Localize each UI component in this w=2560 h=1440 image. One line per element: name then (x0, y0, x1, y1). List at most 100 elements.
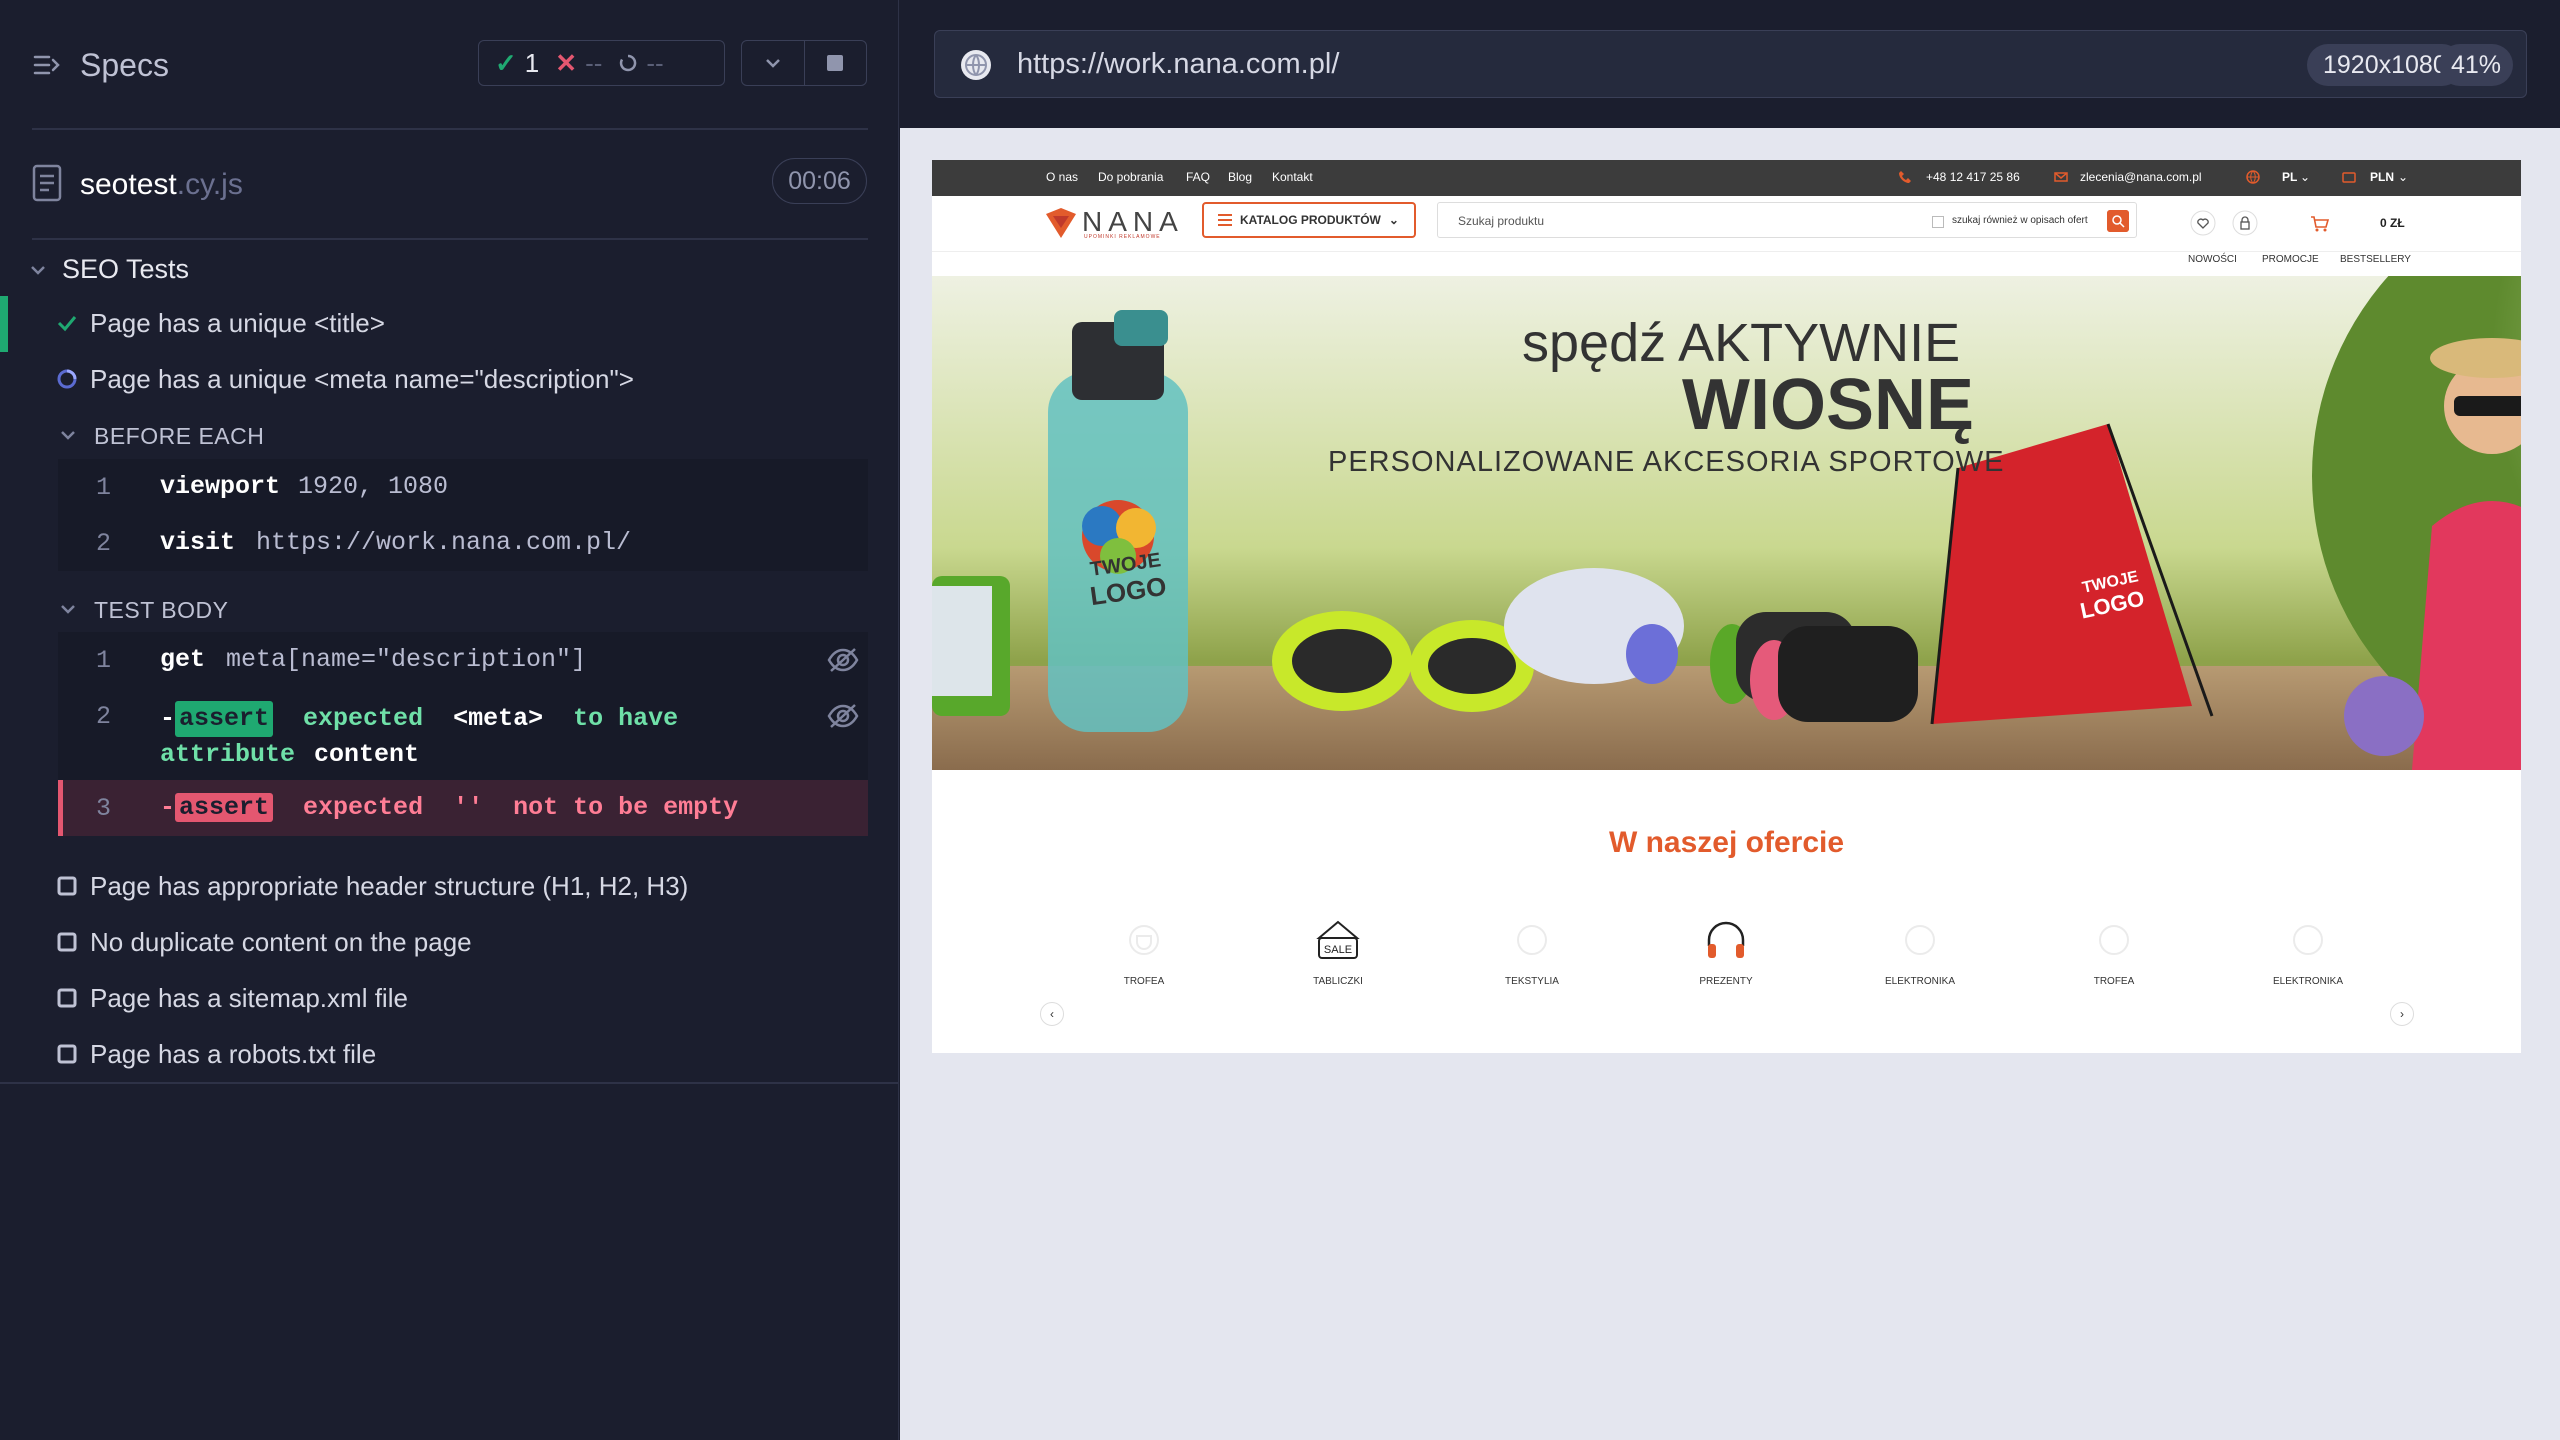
phone-icon (1899, 171, 1911, 183)
assert-expected: expected (303, 704, 424, 733)
x-icon: ✕ (555, 47, 578, 78)
carousel-next-button[interactable]: › (2390, 1002, 2414, 1026)
catalog-button[interactable]: KATALOG PRODUKTÓW ⌄ (1202, 202, 1416, 238)
test-title: No duplicate content on the page (90, 927, 472, 957)
assert-subject: '' (453, 793, 484, 822)
assert-value: content (314, 740, 420, 769)
nav-link-contact[interactable]: Kontakt (1272, 170, 1313, 184)
command-name: viewport (160, 472, 281, 501)
subnav-bestsellers[interactable]: BESTSELLERY (2340, 254, 2411, 265)
hero-banner[interactable]: spędź AKTYWNIE WIOSNĘ PERSONALIZOWANE AK… (932, 276, 2521, 770)
suite-row[interactable]: SEO Tests (0, 248, 899, 288)
globe-icon (2246, 170, 2260, 184)
assert-subject: <meta> (453, 704, 544, 733)
heart-icon[interactable] (2190, 210, 2216, 236)
hidden-eye-icon[interactable] (826, 646, 860, 674)
category-label: ELEKTRONIKA (2272, 976, 2344, 987)
nav-link-about[interactable]: O nas (1046, 170, 1078, 184)
trophy-icon (1129, 925, 1159, 955)
cart-total[interactable]: 0 ZŁ (2380, 216, 2405, 230)
category-item[interactable]: TROFEA (2054, 918, 2174, 987)
test-row-running[interactable]: Page has a unique <meta name="descriptio… (0, 354, 899, 406)
test-row-pending[interactable]: Page has appropriate header structure (H… (0, 861, 899, 913)
suite-title: SEO Tests (62, 254, 190, 284)
assert-command-row[interactable]: 2 - assert expected <meta> to have attrib… (58, 688, 868, 776)
category-item[interactable]: ELEKTRONIKA (1860, 918, 1980, 987)
test-row-pending[interactable]: Page has a sitemap.xml file (0, 973, 899, 1025)
category-item[interactable]: TROFEA (1084, 918, 1204, 987)
logo-mark-icon (1046, 208, 1076, 238)
pending-checkbox-icon (57, 876, 77, 896)
search-descriptions-checkbox[interactable] (1932, 216, 1944, 228)
failed-assert-row[interactable]: 3 - assert expected '' not to be empty (58, 780, 868, 836)
pending-checkbox-icon (57, 988, 77, 1008)
command-row[interactable]: 2 visit https://work.nana.com.pl/ (58, 515, 868, 571)
command-row[interactable]: 1 viewport 1920, 1080 (58, 459, 868, 515)
subnav-promotions[interactable]: PROMOCJE (2262, 254, 2319, 265)
phone-number[interactable]: +48 12 417 25 86 (1926, 170, 2020, 184)
chevron-down-icon: ⌄ (2300, 170, 2311, 184)
command-row[interactable]: 1 get meta[name="description"] (58, 632, 868, 688)
nav-link-faq[interactable]: FAQ (1186, 170, 1210, 184)
before-each-commands: 1 viewport 1920, 1080 2 visit https://wo… (58, 459, 868, 571)
command-arg: 1920, 1080 (298, 472, 449, 501)
test-row-pending[interactable]: No duplicate content on the page (0, 917, 899, 969)
test-reporter-panel: Specs ✓ 1 ✕ -- -- seotest.cy.js 00:06 SE… (0, 0, 899, 1440)
search-input[interactable]: Szukaj produktu szukaj również w opisach… (1437, 202, 2137, 238)
check-icon: ✓ (495, 47, 517, 78)
cart-icon[interactable] (2306, 210, 2332, 236)
category-item[interactable]: SALE TABLICZKI (1278, 918, 1398, 987)
site-logo[interactable]: NANA UPOMINKI REKLAMOWE (1044, 206, 1184, 240)
shirt-icon (1517, 925, 1547, 955)
category-item[interactable]: TEKSTYLIA (1472, 918, 1592, 987)
specs-title[interactable]: Specs (80, 47, 169, 84)
search-placeholder: Szukaj produktu (1458, 214, 1545, 228)
command-number: 1 (96, 646, 112, 675)
category-label: ELEKTRONIKA (1884, 976, 1956, 987)
test-body-header[interactable]: TEST BODY (0, 589, 899, 629)
hidden-eye-icon[interactable] (826, 702, 860, 730)
nav-link-downloads[interactable]: Do pobrania (1098, 170, 1163, 184)
failed-count: -- (585, 47, 603, 78)
currency-select[interactable]: PLN (2370, 170, 2394, 184)
test-row-passed[interactable]: Page has a unique <title> (0, 296, 899, 352)
category-label: PREZENTY (1699, 976, 1753, 987)
test-row-pending[interactable]: Page has a robots.txt file (0, 1029, 899, 1081)
lock-icon[interactable] (2232, 210, 2258, 236)
stop-button[interactable] (803, 41, 867, 85)
nav-link-blog[interactable]: Blog (1228, 170, 1252, 184)
category-item[interactable]: PREZENTY (1666, 918, 1786, 987)
search-icon[interactable] (2107, 210, 2129, 232)
email-address[interactable]: zlecenia@nana.com.pl (2080, 170, 2202, 184)
assert-dash: - (160, 793, 176, 822)
command-number: 3 (96, 794, 112, 823)
spec-file-row[interactable]: seotest.cy.js 00:06 (0, 150, 899, 238)
trophy-icon (2099, 925, 2129, 955)
language-select[interactable]: PL (2282, 170, 2297, 184)
collapse-button[interactable] (742, 41, 804, 85)
subnav-new[interactable]: NOWOŚCI (2188, 254, 2237, 265)
carousel-prev-button[interactable]: ‹ (1040, 1002, 1064, 1026)
command-name: get (160, 645, 206, 674)
command-arg: meta[name="description"] (226, 645, 587, 674)
running-spinner-icon (57, 369, 77, 389)
before-each-header[interactable]: BEFORE EACH (0, 415, 899, 455)
chevron-down-icon (61, 431, 75, 440)
pending-icon (620, 54, 637, 72)
zoom-badge[interactable]: 41% (2439, 44, 2514, 86)
url-bar[interactable]: https://work.nana.com.pl/ 1920x1080 41% (934, 30, 2527, 98)
hero-subtitle: PERSONALIZOWANE AKCESORIA SPORTOWE (1328, 446, 2005, 478)
category-item[interactable]: ELEKTRONIKA (2248, 918, 2368, 987)
command-name: visit (160, 528, 236, 557)
chevron-down-icon: ⌄ (2398, 170, 2409, 184)
command-number: 2 (96, 529, 112, 558)
failed-stat: ✕ -- (555, 48, 602, 79)
url-text[interactable]: https://work.nana.com.pl/ (1017, 48, 1339, 81)
passed-count: 1 (524, 47, 540, 78)
reporter-header: Specs ✓ 1 ✕ -- -- (0, 0, 899, 130)
divider (32, 128, 868, 130)
test-title: Page has a sitemap.xml file (90, 983, 408, 1013)
passed-indicator (0, 296, 8, 352)
test-title: Page has a unique <meta name="descriptio… (90, 364, 634, 394)
specs-list-icon[interactable] (32, 50, 62, 80)
